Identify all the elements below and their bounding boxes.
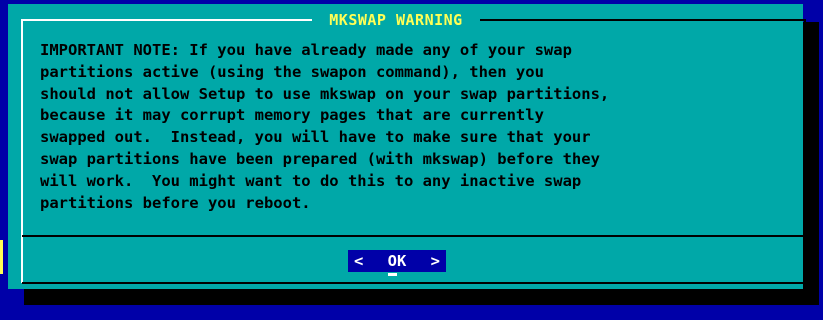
screen-edge-mark [0,240,3,274]
frame-top-left [22,19,312,21]
dialog-title: MKSWAP WARNING [313,11,479,29]
frame-bottom [22,282,806,284]
dialog-shadow-bottom [24,289,819,305]
frame-top-right [480,19,805,21]
dialog-message: IMPORTANT NOTE: If you have already made… [40,41,610,212]
ok-right-bracket: > [430,252,440,270]
frame-left [21,19,23,283]
frame-right [804,19,806,283]
ok-button[interactable]: < OK > [348,250,446,276]
terminal-screen: MKSWAP WARNING IMPORTANT NOTE: If you ha… [0,0,823,320]
ok-left-bracket: < [354,252,364,270]
ok-button-label: OK [387,252,407,276]
button-divider [22,235,806,237]
mkswap-warning-dialog: MKSWAP WARNING IMPORTANT NOTE: If you ha… [8,4,806,289]
